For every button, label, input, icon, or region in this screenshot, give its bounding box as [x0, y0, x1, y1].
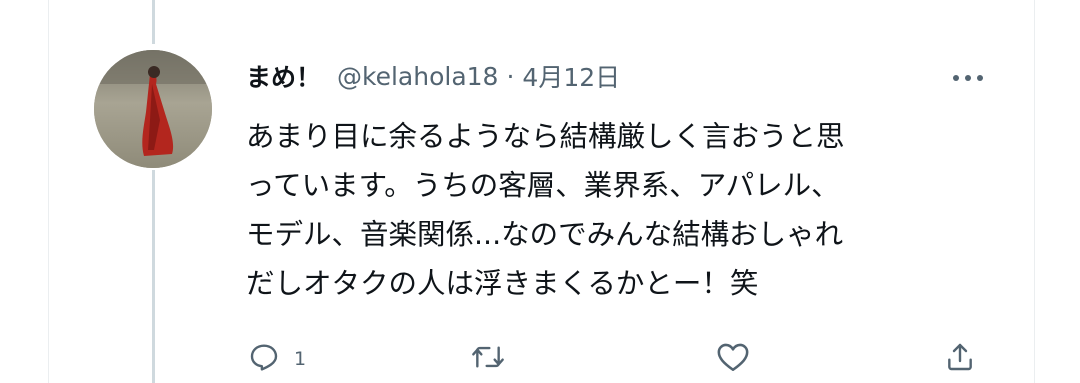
tweet-text-line: あまり目に余るようなら結構厳しく言おうと思: [246, 120, 845, 153]
column-border-left: [48, 0, 49, 383]
display-name[interactable]: まめ！: [246, 58, 321, 94]
like-button[interactable]: [716, 342, 750, 376]
retweet-icon: [470, 341, 506, 377]
tweet-reply-card: まめ！ @kelahola18 · 4月12日 あまり目に余るようなら結構厳しく…: [0, 0, 1080, 383]
thread-connector-bottom: [152, 170, 155, 383]
user-handle[interactable]: @kelahola18: [337, 62, 498, 91]
tweet-text-line: っています。うちの客層、業界系、アパレル、: [246, 169, 840, 202]
like-icon: [716, 341, 750, 377]
tweet-text-line: だしオタクの人は浮きまくるかとー！笑: [246, 267, 759, 300]
tweet-date[interactable]: 4月12日: [522, 58, 620, 94]
tweet-text: あまり目に余るようなら結構厳しく言おうと思 っています。うちの客層、業界系、アパ…: [246, 112, 986, 308]
tweet-header: まめ！ @kelahola18 · 4月12日: [246, 56, 620, 96]
column-border-right: [1034, 0, 1035, 383]
tweet-text-line: モデル、音楽関係...なのでみんな結構おしゃれ: [246, 218, 844, 251]
share-button[interactable]: [944, 342, 976, 376]
retweet-button[interactable]: [470, 342, 506, 376]
reply-icon: [248, 341, 280, 377]
reply-button[interactable]: 1: [248, 342, 306, 376]
reply-count: 1: [294, 348, 307, 370]
header-separator: ·: [506, 61, 515, 91]
share-icon: [944, 341, 976, 377]
more-icon: [952, 67, 984, 86]
avatar[interactable]: [94, 50, 212, 168]
more-button[interactable]: [948, 62, 988, 90]
thread-connector-top: [152, 0, 155, 44]
